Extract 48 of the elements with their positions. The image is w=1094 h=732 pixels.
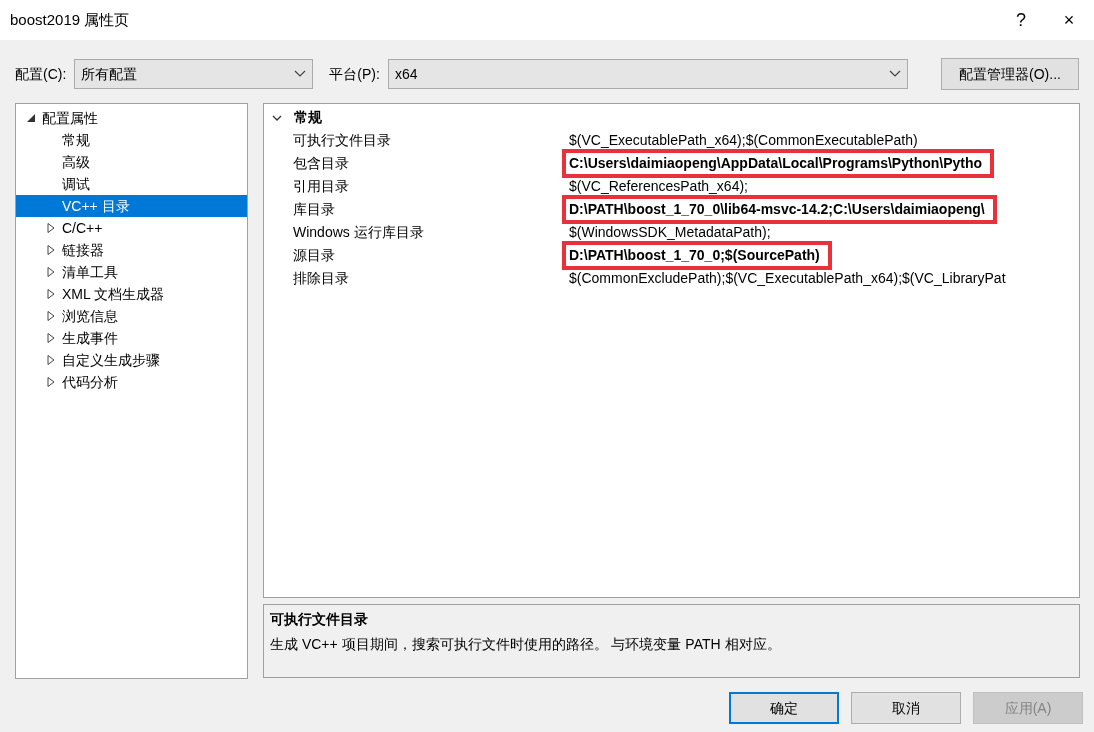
tree-item[interactable]: VC++ 目录 xyxy=(16,195,247,217)
config-dropdown[interactable]: 所有配置 xyxy=(74,59,314,89)
tree-item[interactable]: 浏览信息 xyxy=(16,305,247,327)
platform-dropdown[interactable]: x64 xyxy=(387,59,908,89)
collapsed-arrow-icon[interactable] xyxy=(46,377,56,387)
property-value[interactable]: $(WindowsSDK_MetadataPath); xyxy=(566,222,771,243)
window-title: boost2019 属性页 xyxy=(10,9,131,30)
property-name[interactable]: 可执行文件目录 xyxy=(264,130,566,151)
collapsed-arrow-icon[interactable] xyxy=(46,289,56,299)
help-button[interactable]: ? xyxy=(998,0,1044,40)
tree-item[interactable]: 调试 xyxy=(16,173,247,195)
property-name[interactable]: 库目录 xyxy=(264,199,566,220)
collapsed-arrow-icon[interactable] xyxy=(46,311,56,321)
tree-item[interactable]: 配置属性 xyxy=(16,107,247,129)
tree-item[interactable]: 生成事件 xyxy=(16,327,247,349)
collapsed-arrow-icon[interactable] xyxy=(46,245,56,255)
tree-item[interactable]: C/C++ xyxy=(16,217,247,239)
tree-item[interactable]: 代码分析 xyxy=(16,371,247,393)
collapsed-arrow-icon[interactable] xyxy=(46,223,56,233)
dropdown-caret-icon xyxy=(888,70,901,78)
property-value[interactable]: $(VC_ExecutablePath_x64);$(CommonExecutablePath) xyxy=(566,130,918,151)
tree-item[interactable]: 自定义生成步骤 xyxy=(16,349,247,371)
description-title: 可执行文件目录 xyxy=(270,610,369,630)
tree-item[interactable]: XML 文档生成器 xyxy=(16,283,247,305)
property-value[interactable]: $(CommonExcludePath);$(VC_ExecutablePath_x64);$(VC_LibraryPat xyxy=(566,268,1006,289)
dropdown-caret-icon xyxy=(294,70,307,78)
tree-item[interactable]: 清单工具 xyxy=(16,261,247,283)
collapsed-arrow-icon[interactable] xyxy=(46,267,56,277)
config-label: 配置(C): xyxy=(15,64,67,84)
description-text: 生成 VC++ 项目期间，搜索可执行文件时使用的路径。 与环境变量 PATH 相对应。 xyxy=(270,635,782,655)
property-name[interactable]: 包含目录 xyxy=(264,153,566,174)
property-name[interactable]: Windows 运行库目录 xyxy=(264,222,566,243)
close-button[interactable]: × xyxy=(1046,0,1092,40)
dialog-button[interactable]: 确定 xyxy=(729,692,839,724)
property-value[interactable]: $(VC_ReferencesPath_x64); xyxy=(566,176,748,197)
collapsed-arrow-icon[interactable] xyxy=(46,355,56,365)
category-row[interactable]: 常规 xyxy=(264,106,1079,129)
collapsed-arrow-icon[interactable] xyxy=(46,333,56,343)
property-name[interactable]: 源目录 xyxy=(264,245,566,266)
platform-label: 平台(P): xyxy=(329,64,380,84)
property-name[interactable]: 排除目录 xyxy=(264,268,566,289)
expanded-arrow-icon[interactable] xyxy=(26,113,36,123)
property-name[interactable]: 引用目录 xyxy=(264,176,566,197)
tree-item[interactable]: 高级 xyxy=(16,151,247,173)
tree-item[interactable]: 链接器 xyxy=(16,239,247,261)
dialog-button[interactable]: 取消 xyxy=(851,692,961,724)
config-manager-button[interactable]: 配置管理器(O)... xyxy=(941,58,1079,90)
tree-item[interactable]: 常规 xyxy=(16,129,247,151)
